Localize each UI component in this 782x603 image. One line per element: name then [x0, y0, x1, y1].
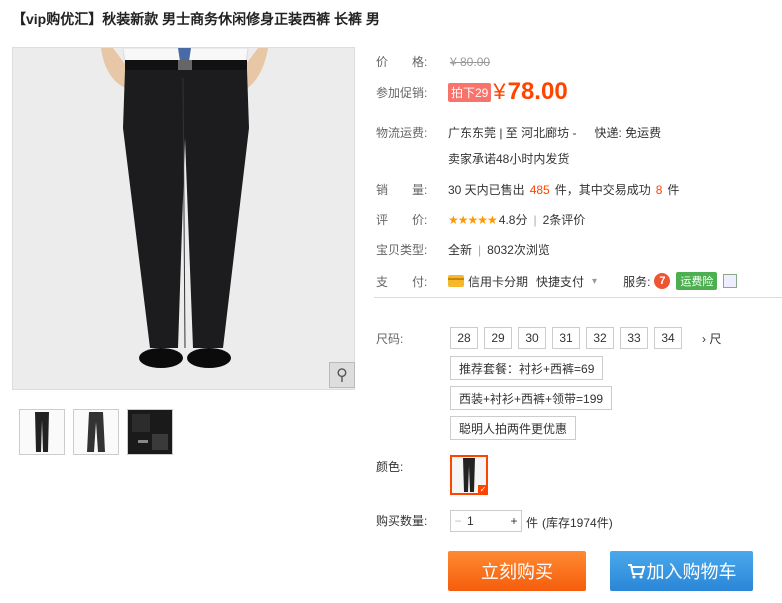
- set-option[interactable]: 西装+衬衫+西裤+领带=199: [450, 386, 613, 410]
- price-label: 价 格:: [376, 55, 428, 69]
- color-label: 颜色:: [376, 460, 404, 474]
- sales-row: 销 量: 30 天内已售出 485 件，其中交易成功 8 件: [376, 181, 679, 198]
- original-price: ¥ 80.00: [450, 54, 491, 69]
- currency-symbol: ¥: [493, 79, 506, 104]
- stock: (库存1974件): [542, 516, 613, 530]
- shipping-insurance-badge[interactable]: 运费险: [676, 272, 718, 290]
- size-option[interactable]: 32: [586, 327, 614, 349]
- sales-prefix: 30 天内已售出: [448, 183, 525, 197]
- decrement-button[interactable]: −: [451, 514, 465, 528]
- size-label: 尺码:: [376, 331, 404, 346]
- size-option[interactable]: 31: [552, 327, 580, 349]
- success-count: 8: [655, 182, 663, 197]
- rating-row: 评 价: ★★★★★ 4.8分 | 2条评价: [376, 211, 585, 228]
- size-option[interactable]: 33: [620, 327, 648, 349]
- quantity-input[interactable]: 1: [465, 514, 507, 528]
- quantity-stepper[interactable]: − 1 +: [450, 510, 522, 532]
- main-product-image[interactable]: [12, 47, 355, 390]
- seven-day-return-icon[interactable]: 7: [654, 273, 671, 289]
- sales-suffix: 件: [667, 183, 680, 197]
- set-option[interactable]: 推荐套餐：衬衫+西裤=69: [450, 356, 604, 380]
- cart-icon: [627, 564, 645, 579]
- thumbnail-front[interactable]: [19, 409, 65, 455]
- service-label: 服务:: [623, 274, 651, 289]
- separator: |: [533, 212, 537, 227]
- sales-count: 485: [529, 182, 550, 197]
- quick-pay[interactable]: 快捷支付: [536, 273, 584, 290]
- logistics-route[interactable]: 广东东莞 | 至 河北廊坊 -: [448, 124, 576, 141]
- credit-card-icon: [448, 275, 464, 287]
- add-to-cart-button[interactable]: 加入购物车: [610, 551, 753, 591]
- more-sizes[interactable]: › 尺: [702, 330, 721, 347]
- view-count: 8032次浏览: [487, 243, 550, 257]
- check-icon: ✓: [478, 485, 488, 495]
- sales-label: 销 量:: [376, 183, 428, 197]
- more-service-icon[interactable]: [723, 274, 738, 288]
- quantity-label: 购买数量:: [376, 514, 428, 528]
- thumbnail-strip: [19, 409, 173, 455]
- express-fee: 快递: 免运费: [594, 126, 662, 140]
- divider: [374, 297, 782, 298]
- promo-row: 参加促销: 拍下29 ¥ 78.00: [376, 78, 568, 106]
- credit-installment[interactable]: 信用卡分期: [468, 273, 528, 290]
- size-row: 尺码: 28 29 30 31 32 33 34 › 尺: [376, 327, 721, 349]
- payment-row: 支 付: 信用卡分期 快捷支付 ▾ 服务: 7 运费险: [376, 272, 738, 290]
- quantity-unit-stock: 件 (库存1974件): [526, 514, 613, 531]
- price-row: 价 格: ¥ 80.00: [376, 53, 490, 70]
- size-option[interactable]: 34: [654, 327, 682, 349]
- thumbnail-flat[interactable]: [73, 409, 119, 455]
- rating-label: 评 价:: [376, 213, 428, 227]
- magnifier-icon[interactable]: ⚲: [329, 362, 355, 388]
- separator: |: [478, 242, 482, 257]
- review-count-link[interactable]: 2条评价: [543, 211, 586, 228]
- trousers-image: [13, 48, 354, 389]
- quantity-unit: 件: [526, 516, 539, 530]
- payment-label: 支 付:: [376, 274, 428, 289]
- chevron-down-icon[interactable]: ▾: [592, 276, 597, 287]
- type-label: 宝贝类型:: [376, 243, 428, 257]
- size-option[interactable]: 30: [518, 327, 546, 349]
- promo-price: 78.00: [507, 78, 568, 105]
- size-option[interactable]: 28: [450, 327, 478, 349]
- rating-score: 4.8分: [498, 213, 528, 227]
- star-rating-icon: ★★★★★: [448, 212, 498, 227]
- promo-badge: 拍下29: [448, 82, 492, 102]
- increment-button[interactable]: +: [507, 514, 521, 528]
- logistics-label: 物流运费:: [376, 126, 428, 140]
- product-title: 【vip购优汇】秋装新款 男士商务休闲修身正装西裤 长裤 男: [12, 11, 380, 27]
- type-row: 宝贝类型: 全新 | 8032次浏览: [376, 241, 550, 258]
- sales-mid: 件，其中交易成功: [554, 183, 651, 197]
- shipping-promise: 卖家承诺48小时内发货: [448, 152, 570, 166]
- logistics-row: 物流运费: 广东东莞 | 至 河北廊坊 - 快递: 免运费: [376, 124, 661, 141]
- buy-now-button[interactable]: 立刻购买: [448, 551, 586, 591]
- promo-label: 参加促销:: [376, 85, 428, 100]
- condition: 全新: [448, 243, 473, 257]
- color-option-black[interactable]: ✓: [450, 455, 488, 495]
- add-to-cart-label: 加入购物车: [646, 562, 737, 582]
- set-option[interactable]: 聪明人拍两件更优惠: [450, 416, 577, 440]
- size-option[interactable]: 29: [484, 327, 512, 349]
- thumbnail-detail[interactable]: [127, 409, 173, 455]
